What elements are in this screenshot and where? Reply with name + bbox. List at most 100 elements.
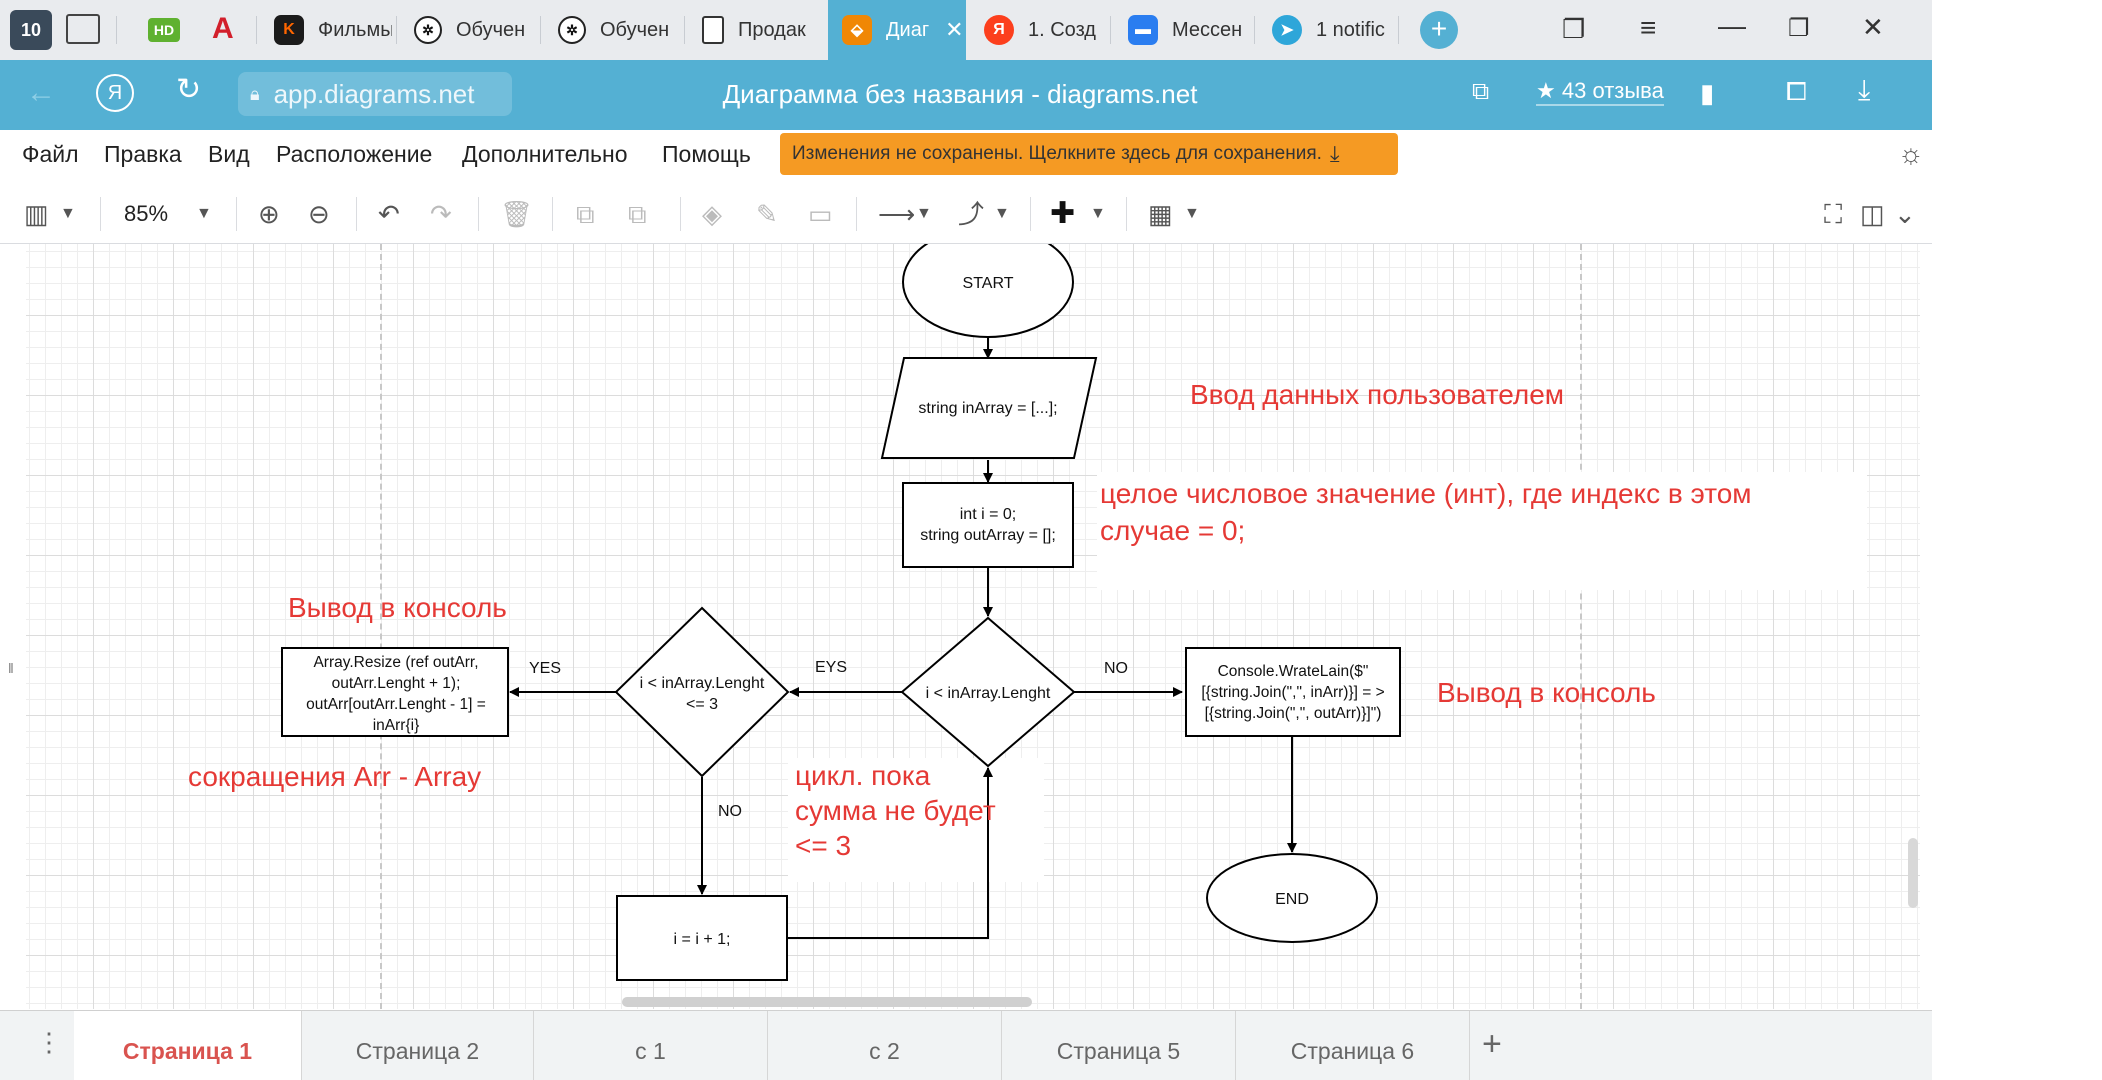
back-icon[interactable]: ← [26, 76, 56, 110]
bookmark-icon[interactable]: ▮ [1700, 78, 1714, 109]
tab-counter-button[interactable]: 10 [10, 10, 52, 50]
collections-icon[interactable]: ⧠ [1786, 76, 1807, 108]
tab-messenger[interactable]: ▬ Мессен [1114, 0, 1250, 60]
tab-chatgpt-1[interactable]: ✲ Обучен [400, 0, 536, 60]
edge-label-no-inner: NO [718, 803, 742, 820]
resize-label-3: outArr[outArr.Lenght - 1] = [306, 696, 486, 713]
menu-edit[interactable]: Правка [104, 141, 182, 168]
vertical-scrollbar[interactable] [1908, 838, 1918, 908]
collapse-icon[interactable]: ⌄ [1894, 199, 1916, 229]
zoom-in-icon[interactable]: ⊕ [258, 199, 280, 229]
page-tab-6[interactable]: Страница 6 [1236, 1011, 1470, 1080]
drawio-icon: ⬙ [842, 15, 872, 45]
note-output-left: Вывод в консоль [288, 592, 507, 623]
zoom-level[interactable]: 85% [124, 199, 168, 229]
tab-chatgpt-2[interactable]: ✲ Обучен [544, 0, 680, 60]
waypoint-icon[interactable]: ⤴ [958, 199, 984, 229]
console-label-3: [{string.Join(",", outArr)}]") [1205, 705, 1382, 722]
connection-arrow-icon[interactable]: ⟶ [878, 199, 915, 229]
format-panel-icon[interactable]: ▥ [24, 199, 49, 229]
page-tab-4[interactable]: с 2 [768, 1011, 1002, 1080]
note-int-line-1: целое числовое значение (инт), где индек… [1100, 478, 1752, 509]
pinned-tab-hd[interactable]: HD [148, 18, 180, 42]
line-color-icon[interactable]: ✎ [756, 199, 778, 229]
new-tab-group-icon[interactable] [66, 14, 100, 44]
pinned-tab-a[interactable]: A [212, 12, 234, 46]
tab-document[interactable]: Продак [688, 0, 824, 60]
fullscreen-icon[interactable]: ⛶ [1824, 199, 1842, 229]
init-node[interactable] [902, 482, 1074, 568]
init-label-2: string outArray = []; [920, 527, 1056, 544]
redo-icon[interactable]: ↷ [430, 199, 452, 229]
sidebar-handle-icon[interactable]: ‖ [8, 660, 14, 676]
chevron-down-icon[interactable]: ▼ [994, 199, 1010, 229]
shadow-icon[interactable]: ▭ [808, 199, 833, 229]
table-icon[interactable]: ▦ [1148, 199, 1173, 229]
condition-inner-node[interactable] [614, 606, 790, 778]
menu-arrange[interactable]: Расположение [276, 141, 432, 168]
yandex-icon: Я [984, 15, 1014, 45]
tab-telegram[interactable]: ➤ 1 notific [1258, 0, 1398, 60]
close-tab-icon[interactable]: ✕ [945, 17, 963, 43]
star-icon: ★ [1536, 78, 1556, 103]
chatgpt-icon: ✲ [414, 16, 442, 44]
page-tab-5[interactable]: Страница 5 [1002, 1011, 1236, 1080]
chevron-down-icon[interactable]: ▼ [1184, 199, 1200, 229]
fill-color-icon[interactable]: ◈ [702, 199, 722, 229]
undo-icon[interactable]: ↶ [378, 199, 400, 229]
chevron-down-icon[interactable]: ▼ [196, 199, 212, 229]
chevron-down-icon[interactable]: ▼ [60, 199, 76, 229]
tab-yandex[interactable]: Я 1. Созд [970, 0, 1106, 60]
delete-icon[interactable]: 🗑︎ [500, 199, 533, 229]
edge-label-yes: YES [529, 660, 561, 677]
chevron-down-icon[interactable]: ▼ [916, 199, 932, 229]
menu-view[interactable]: Вид [208, 141, 250, 168]
translate-icon[interactable]: ⧉ [1472, 78, 1489, 106]
bookmarks-icon[interactable]: ❐ [1562, 14, 1585, 45]
to-front-icon[interactable]: ⧉ [576, 199, 595, 229]
note-loop-line-3: <= 3 [795, 830, 851, 861]
chevron-down-icon[interactable]: ▼ [1090, 199, 1106, 229]
reviews-badge[interactable]: ★ 43 отзыва [1536, 78, 1664, 106]
panel-toggle-icon[interactable]: ◫ [1860, 199, 1885, 229]
menu-help[interactable]: Помощь [662, 141, 751, 168]
menu-icon[interactable]: ≡ [1640, 12, 1656, 44]
page-tab-3[interactable]: с 1 [534, 1011, 768, 1080]
resize-label-2: outArr.Lenght + 1); [332, 675, 461, 692]
app-window: 10 HD A K Фильмы ✲ Обучен ✲ Обучен Прода… [0, 0, 1932, 1080]
chatgpt-icon: ✲ [558, 16, 586, 44]
restore-icon[interactable]: ❐ [1788, 14, 1810, 43]
yandex-home-icon[interactable]: Я [96, 74, 134, 112]
horizontal-scrollbar[interactable] [622, 997, 1032, 1007]
download-icon[interactable]: ⤓ [1858, 74, 1870, 107]
console-label-2: [{string.Join(",", inArr)}] = > [1201, 684, 1384, 701]
diagram-canvas[interactable]: START string inArray = [...]; int i = 0;… [26, 244, 1920, 1009]
unsaved-changes-button[interactable]: Изменения не сохранены. Щелкните здесь д… [780, 133, 1398, 175]
note-abbrev: сокращения Arr - Array [188, 761, 481, 792]
theme-icon[interactable]: ☼ [1898, 138, 1924, 170]
menu-extras[interactable]: Дополнительно [462, 141, 628, 168]
reviews-text: 43 отзыва [1561, 78, 1664, 103]
tab-label: Мессен [1172, 18, 1243, 41]
new-tab-button[interactable]: + [1420, 11, 1458, 49]
tab-label: Продак [738, 18, 806, 41]
lock-icon: 🔒︎ [250, 83, 260, 104]
to-back-icon[interactable]: ⧉ [628, 199, 647, 229]
tab-diagrams-active[interactable]: ⬙ Диаг ✕ [828, 0, 966, 60]
minimize-icon[interactable]: — [1718, 10, 1746, 42]
insert-plus-icon[interactable]: ✚ [1050, 199, 1075, 229]
close-window-icon[interactable]: ✕ [1862, 12, 1884, 43]
page-tabs-bar: ⋮ Страница 1 Страница 2 с 1 с 2 Страница… [0, 1010, 1932, 1080]
reload-icon[interactable]: ↻ [176, 72, 201, 107]
add-page-icon[interactable]: + [1482, 1025, 1502, 1064]
pages-menu-icon[interactable]: ⋮ [36, 1029, 62, 1055]
menu-file[interactable]: Файл [22, 141, 79, 168]
zoom-out-icon[interactable]: ⊖ [308, 199, 330, 229]
page-tab-1[interactable]: Страница 1 [74, 1011, 302, 1080]
note-input: Ввод данных пользователем [1190, 379, 1564, 410]
note-int-line-2: случае = 0; [1100, 515, 1245, 546]
tab-kinopoisk[interactable]: K Фильмы [260, 0, 392, 60]
start-label: START [963, 275, 1014, 292]
url-field[interactable]: 🔒︎ app.diagrams.net [238, 72, 512, 116]
page-tab-2[interactable]: Страница 2 [302, 1011, 534, 1080]
